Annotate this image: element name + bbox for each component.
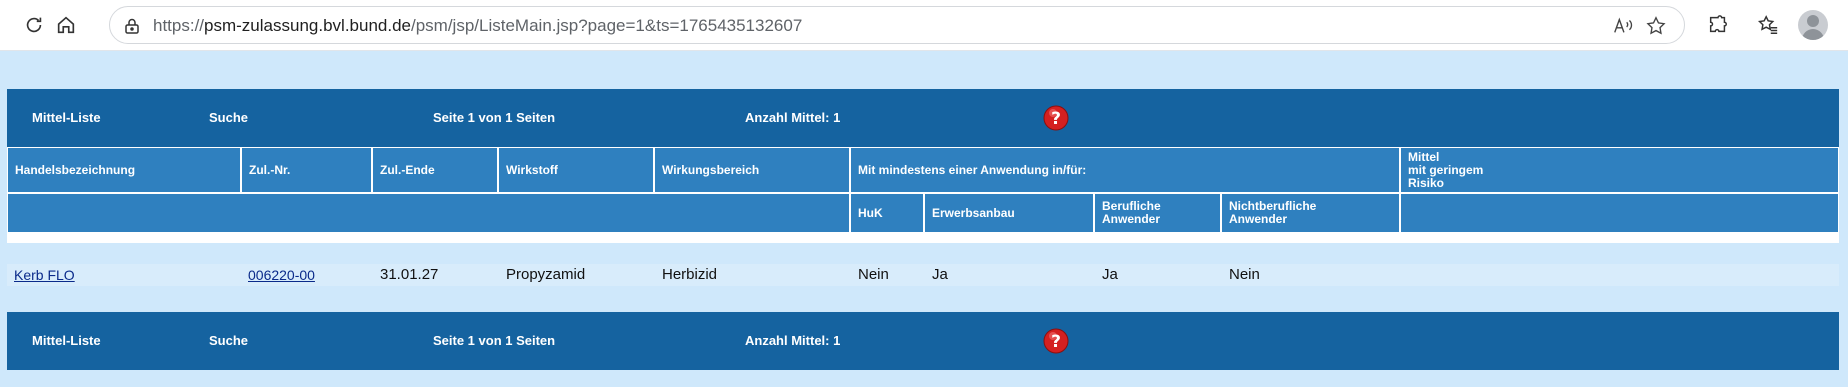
nav-bar-bottom: Mittel-Liste Suche Seite 1 von 1 Seiten … bbox=[7, 312, 1839, 370]
beruflich-line-2: Anwender bbox=[1102, 212, 1161, 226]
subheader-risiko-empty bbox=[1401, 194, 1838, 232]
svg-text:?: ? bbox=[1051, 109, 1061, 129]
results-table-header: Handelsbezeichnung Zul.-Nr. Zul.-Ende Wi… bbox=[7, 147, 1839, 243]
col-geringes-risiko: Mittel mit geringem Risiko bbox=[1401, 148, 1838, 192]
cell-risiko bbox=[1401, 264, 1838, 286]
address-bar[interactable]: https://psm-zulassung.bvl.bund.de/psm/js… bbox=[109, 6, 1685, 44]
col-wirkungsbereich: Wirkungsbereich bbox=[655, 148, 849, 192]
nav-bar-top: Mittel-Liste Suche Seite 1 von 1 Seiten … bbox=[7, 89, 1839, 147]
cell-zulnr: 006220-00 bbox=[241, 264, 372, 286]
zulnr-link[interactable]: 006220-00 bbox=[248, 267, 315, 283]
col-zulende: Zul.-Ende bbox=[373, 148, 497, 192]
col-huk: HuK bbox=[851, 194, 923, 232]
nichtberuflich-line-2: Anwender bbox=[1229, 212, 1288, 226]
reload-icon[interactable] bbox=[17, 8, 51, 42]
risiko-line-3: Risiko bbox=[1408, 175, 1445, 190]
col-zulnr: Zul.-Nr. bbox=[242, 148, 371, 192]
cell-erwerbsanbau: Ja bbox=[932, 266, 948, 283]
subheader-empty bbox=[8, 194, 849, 232]
nav-suche-bottom[interactable]: Suche bbox=[209, 333, 248, 348]
page-info: Seite 1 von 1 Seiten bbox=[433, 110, 556, 125]
favorite-star-icon[interactable] bbox=[1645, 15, 1667, 37]
lock-icon[interactable] bbox=[122, 16, 142, 36]
result-count-bottom: Anzahl Mittel: 1 bbox=[745, 333, 841, 348]
nav-mittel-liste[interactable]: Mittel-Liste bbox=[32, 110, 101, 125]
help-icon-bottom[interactable]: ? bbox=[1043, 328, 1069, 354]
read-aloud-icon[interactable] bbox=[1612, 15, 1634, 37]
col-nichtberufliche-anwender: Nichtberufliche Anwender bbox=[1222, 194, 1399, 232]
cell-handelsbezeichnung: Kerb FLO bbox=[7, 264, 241, 286]
col-handelsbezeichnung: Handelsbezeichnung bbox=[8, 148, 240, 192]
col-anwendung-group: Mit mindestens einer Anwendung in/für: bbox=[851, 148, 1399, 192]
cell-zulende: 31.01.27 bbox=[380, 266, 439, 283]
extensions-icon[interactable] bbox=[1701, 8, 1735, 42]
cell-wirkungsbereich: Herbizid bbox=[662, 266, 718, 283]
col-erwerbsanbau: Erwerbsanbau bbox=[925, 194, 1093, 232]
page-info-bottom: Seite 1 von 1 Seiten bbox=[433, 333, 556, 348]
risiko-line-1: Mittel bbox=[1408, 149, 1440, 164]
help-icon[interactable]: ? bbox=[1043, 105, 1069, 131]
cell-nichtberufliche: Nein bbox=[1229, 266, 1260, 283]
home-icon[interactable] bbox=[49, 8, 83, 42]
risiko-line-2: mit geringem bbox=[1408, 162, 1484, 177]
nav-mittel-liste-bottom[interactable]: Mittel-Liste bbox=[32, 333, 101, 348]
cell-wirkstoff: Propyzamid bbox=[506, 266, 586, 283]
browser-toolbar: https://psm-zulassung.bvl.bund.de/psm/js… bbox=[0, 0, 1848, 51]
table-row: Kerb FLO 006220-00 31.01.27 Propyzamid H… bbox=[7, 264, 1839, 286]
col-berufliche-anwender: Berufliche Anwender bbox=[1095, 194, 1220, 232]
result-count: Anzahl Mittel: 1 bbox=[745, 110, 841, 125]
col-wirkstoff: Wirkstoff bbox=[499, 148, 653, 192]
svg-text:?: ? bbox=[1051, 332, 1061, 352]
favorites-list-icon[interactable] bbox=[1751, 8, 1785, 42]
nav-suche[interactable]: Suche bbox=[209, 110, 248, 125]
profile-avatar-icon[interactable] bbox=[1798, 10, 1828, 40]
cell-berufliche: Ja bbox=[1102, 266, 1118, 283]
product-link[interactable]: Kerb FLO bbox=[14, 267, 75, 283]
cell-huk: Nein bbox=[858, 266, 889, 283]
url-text[interactable]: https://psm-zulassung.bvl.bund.de/psm/js… bbox=[153, 16, 802, 36]
